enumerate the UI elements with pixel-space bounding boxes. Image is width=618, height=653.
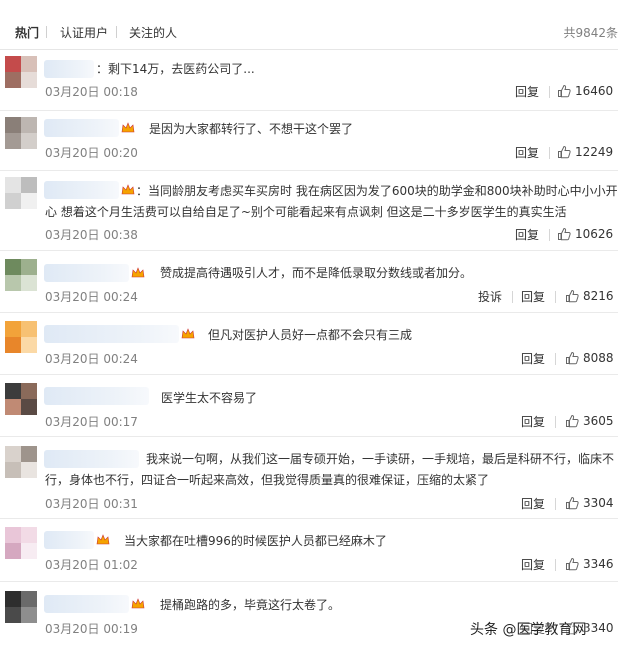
reply-button[interactable]: 回复 xyxy=(515,144,539,161)
thumbs-up-icon xyxy=(558,227,571,241)
comment-time: 03月20日 00:19 xyxy=(45,622,138,636)
comment-total-count: 共9842条 xyxy=(563,26,618,40)
like-count: 3304 xyxy=(583,496,614,510)
comment-list: ：剩下14万，去医药公司了... 03月20日 00:18 回复 16460 是… xyxy=(0,50,618,652)
vip-crown-icon xyxy=(181,328,195,340)
comment-time: 03月20日 01:02 xyxy=(45,558,138,572)
comment-text: ：当同龄朋友考虑买车买房时 我在病区因为发了600块的助学金和800块补助时心中… xyxy=(136,184,618,198)
like-count: 3346 xyxy=(583,557,614,571)
avatar[interactable] xyxy=(5,527,37,559)
comment-filter-tabs: 热门 认证用户 关注的人 共9842条 xyxy=(0,0,618,50)
username[interactable] xyxy=(44,450,139,468)
comment-text: 但凡对医护人员好一点都不会只有三成 xyxy=(208,328,413,342)
comment-time: 03月20日 00:24 xyxy=(45,352,138,366)
reply-button[interactable]: 回复 xyxy=(515,226,539,243)
comment-text: ：剩下14万，去医药公司了... xyxy=(96,62,255,76)
comment-time: 03月20日 00:20 xyxy=(45,146,138,160)
comment-text: 心 想着这个月生活费可以自给自足了~别个可能看起来有点讽刺 但这是二十多岁医学生… xyxy=(45,205,567,219)
thumbs-up-icon xyxy=(558,84,571,98)
username[interactable] xyxy=(44,181,119,199)
action-divider xyxy=(555,291,556,303)
reply-button[interactable]: 回复 xyxy=(515,83,539,100)
vip-crown-icon xyxy=(121,122,135,134)
username[interactable] xyxy=(44,119,119,137)
action-divider xyxy=(549,229,550,241)
tab-hot[interactable]: 热门 xyxy=(15,24,39,41)
comment-text: 是因为大家都转行了、不想干这个罢了 xyxy=(149,122,354,136)
username[interactable] xyxy=(44,325,179,343)
vip-crown-icon xyxy=(121,184,135,196)
avatar[interactable] xyxy=(5,446,37,478)
avatar[interactable] xyxy=(5,117,37,149)
avatar[interactable] xyxy=(5,383,37,415)
avatar[interactable] xyxy=(5,591,37,623)
avatar[interactable] xyxy=(5,56,37,88)
comment-text: 医学生太不容易了 xyxy=(161,391,258,405)
comment-item: ：剩下14万，去医药公司了... 03月20日 00:18 回复 16460 xyxy=(0,50,618,111)
like-count: 8216 xyxy=(583,289,614,303)
reply-button[interactable]: 回复 xyxy=(521,288,545,305)
action-divider xyxy=(555,353,556,365)
vip-crown-icon xyxy=(131,598,145,610)
action-divider xyxy=(549,86,550,98)
like-count: 3340 xyxy=(583,621,614,635)
comment-item: 当大家都在吐槽996的时候医护人员都已经麻木了 03月20日 01:02 回复 … xyxy=(0,519,618,582)
comment-item: 赞成提高待遇吸引人才，而不是降低录取分数线或者加分。 03月20日 00:24 … xyxy=(0,251,618,313)
thumbs-up-icon xyxy=(566,351,579,365)
report-button[interactable]: 投诉 xyxy=(478,288,502,305)
username[interactable] xyxy=(44,595,129,613)
action-divider xyxy=(555,559,556,571)
reply-button[interactable]: 回复 xyxy=(521,350,545,367)
reply-button[interactable]: 回复 xyxy=(521,495,545,512)
action-divider xyxy=(549,147,550,159)
vip-crown-icon xyxy=(96,534,110,546)
comment-text: 赞成提高待遇吸引人才，而不是降低录取分数线或者加分。 xyxy=(160,266,473,280)
action-divider xyxy=(555,498,556,510)
comment-time: 03月20日 00:38 xyxy=(45,228,138,242)
tab-divider xyxy=(116,26,117,38)
action-divider xyxy=(555,416,556,428)
thumbs-up-icon xyxy=(566,496,579,510)
tab-following[interactable]: 关注的人 xyxy=(129,24,177,41)
thumbs-up-icon xyxy=(566,557,579,571)
comment-time: 03月20日 00:31 xyxy=(45,497,138,511)
vip-crown-icon xyxy=(131,267,145,279)
comment-item: 提桶跑路的多，毕竟这行太卷了。 03月20日 00:19 回复 3340 xyxy=(0,582,618,652)
action-divider xyxy=(512,291,513,303)
comment-text: 提桶跑路的多，毕竟这行太卷了。 xyxy=(160,598,341,612)
reply-button[interactable]: 回复 xyxy=(521,413,545,430)
thumbs-up-icon xyxy=(566,289,579,303)
like-count: 3605 xyxy=(583,414,614,428)
avatar[interactable] xyxy=(5,177,37,209)
username[interactable] xyxy=(44,531,94,549)
comment-text: 我来说一句啊，从我们这一届专硕开始，一手读研，一手规培，最后是科研不行，临床不 xyxy=(146,452,615,466)
username[interactable] xyxy=(44,264,129,282)
comment-item: 我来说一句啊，从我们这一届专硕开始，一手读研，一手规培，最后是科研不行，临床不 … xyxy=(0,437,618,519)
comment-time: 03月20日 00:24 xyxy=(45,290,138,304)
comment-item: 是因为大家都转行了、不想干这个罢了 03月20日 00:20 回复 12249 xyxy=(0,111,618,171)
username[interactable] xyxy=(44,60,94,78)
tab-divider xyxy=(46,26,47,38)
comment-item: 医学生太不容易了 03月20日 00:17 回复 3605 xyxy=(0,375,618,437)
tab-verified-users[interactable]: 认证用户 xyxy=(60,24,108,41)
comment-text: 当大家都在吐槽996的时候医护人员都已经麻木了 xyxy=(124,534,387,548)
avatar[interactable] xyxy=(5,321,37,353)
like-count: 16460 xyxy=(575,84,614,98)
comment-item: ：当同龄朋友考虑买车买房时 我在病区因为发了600块的助学金和800块补助时心中… xyxy=(0,171,618,251)
watermark: 头条 @医学教育网 xyxy=(470,622,587,638)
reply-button[interactable]: 回复 xyxy=(521,556,545,573)
thumbs-up-icon xyxy=(558,145,571,159)
comment-item: 但凡对医护人员好一点都不会只有三成 03月20日 00:24 回复 8088 xyxy=(0,313,618,375)
username[interactable] xyxy=(44,387,149,405)
like-count: 12249 xyxy=(575,145,614,159)
avatar[interactable] xyxy=(5,259,37,291)
like-count: 10626 xyxy=(575,227,614,241)
comment-text: 行，身体也不行，四证合一听起来高效，但我觉得质量真的很难保证，压缩的太紧了 xyxy=(45,473,490,487)
comment-time: 03月20日 00:17 xyxy=(45,415,138,429)
like-count: 8088 xyxy=(583,351,614,365)
thumbs-up-icon xyxy=(566,414,579,428)
comment-time: 03月20日 00:18 xyxy=(45,85,138,99)
